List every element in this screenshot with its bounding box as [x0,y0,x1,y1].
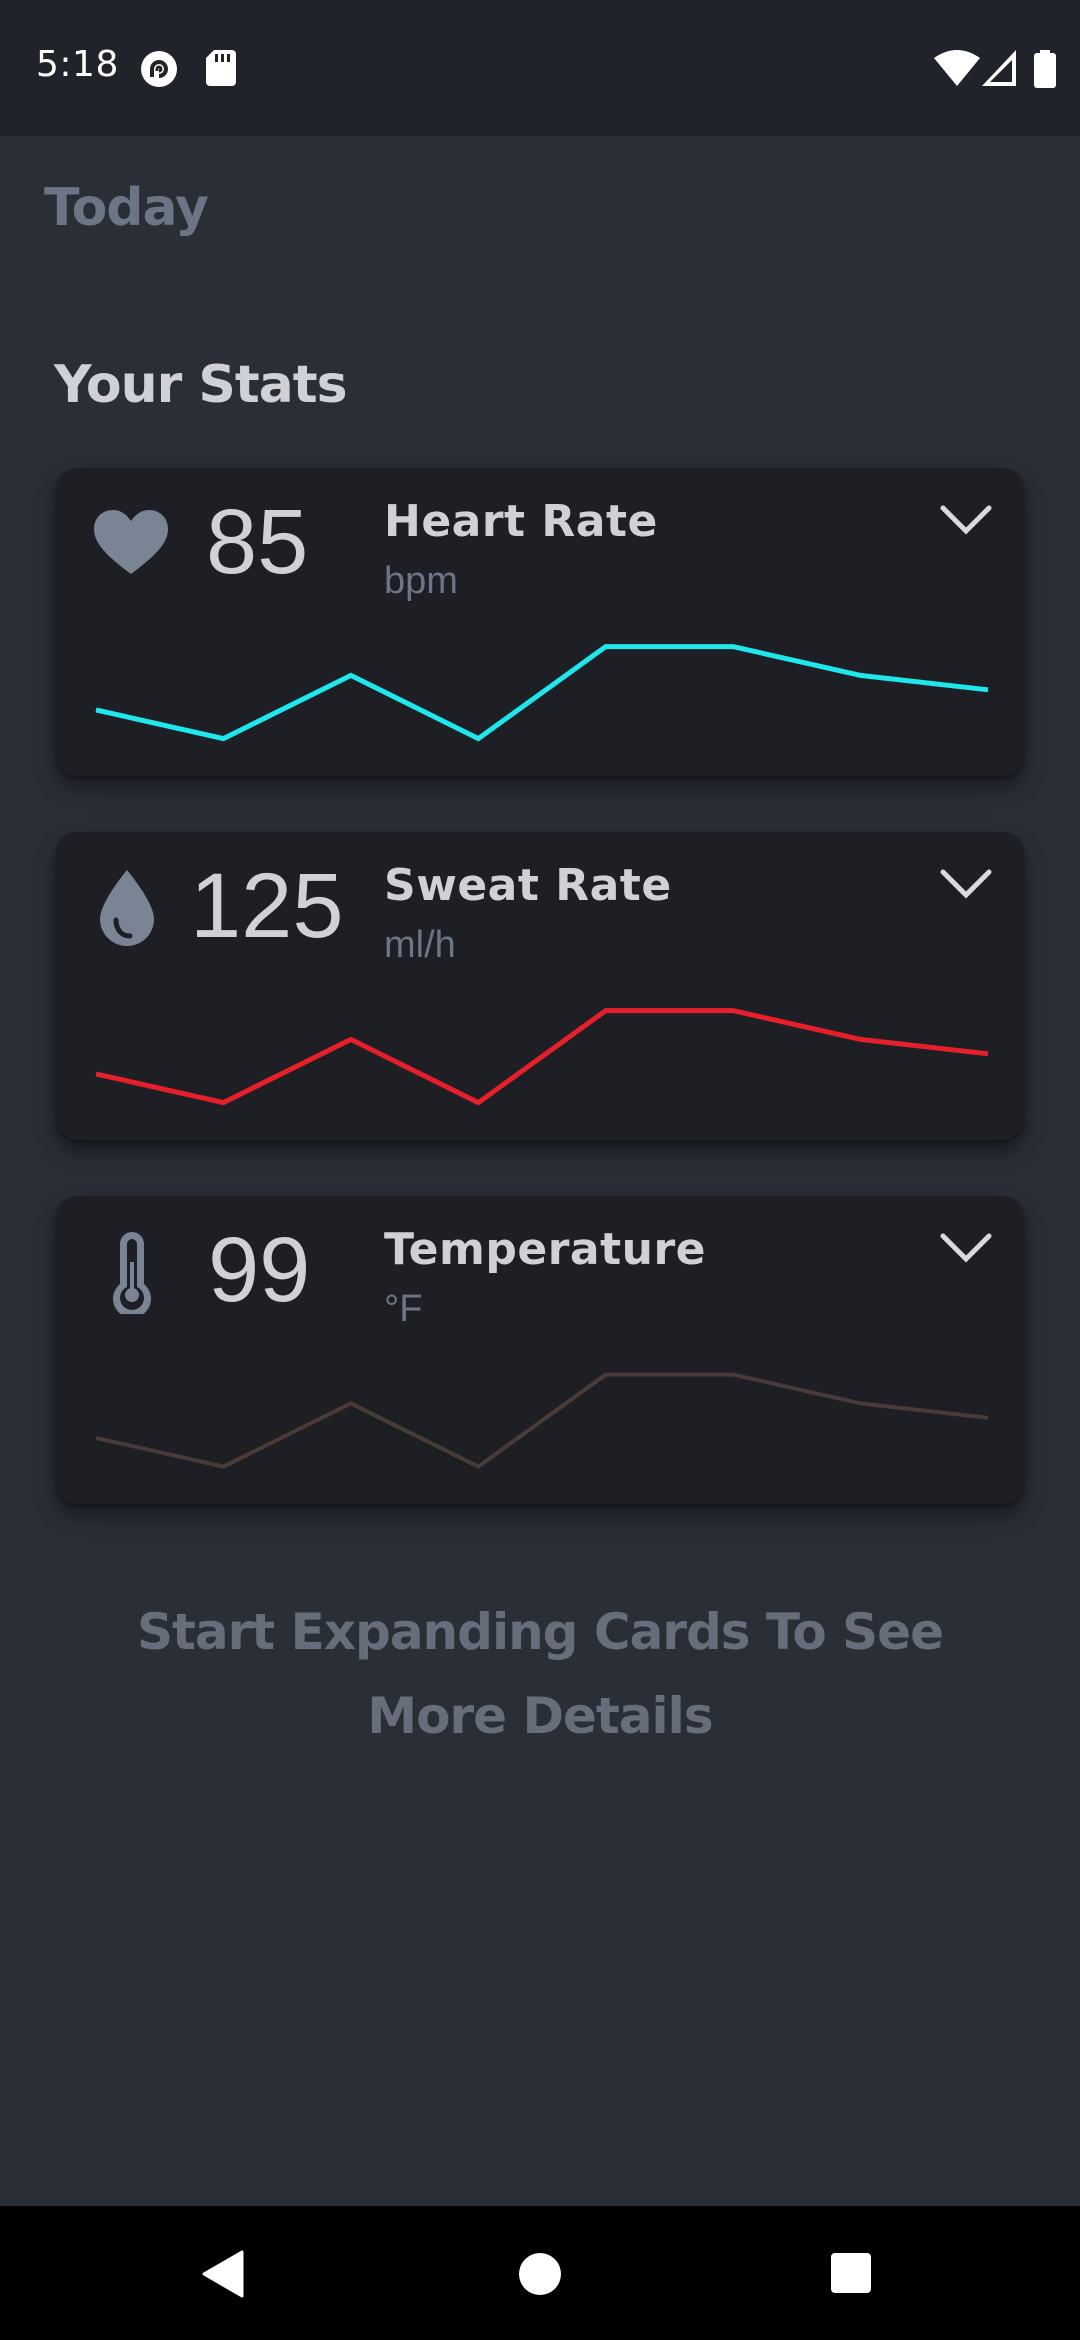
home-icon[interactable] [518,2252,562,2296]
chevron-down-icon[interactable] [940,1232,992,1264]
navigation-bar [0,2206,1080,2340]
back-icon[interactable] [202,2250,246,2298]
heart-rate-trend-line [95,644,989,742]
status-bar: 5:18 [0,0,1080,136]
chevron-down-icon[interactable] [940,504,992,536]
sweat-rate-unit: ml/h [384,924,456,966]
temperature-trend-line [95,1372,989,1469]
sweat-rate-value: 125 [190,855,344,957]
heart-rate-trend-chart [95,644,989,742]
sweat-rate-trend-line [95,1008,989,1106]
stat-card-sweat-rate[interactable]: 125 Sweat Rate ml/h [56,832,1024,1140]
expand-hint: Start Expanding Cards To See More Detail… [137,1603,944,1745]
temperature-unit: °F [384,1288,423,1330]
recents-icon[interactable] [830,2252,872,2294]
heart-icon [94,510,168,574]
heart-rate-unit: bpm [384,560,458,602]
section-title: Your Stats [54,355,348,415]
cell-signal-icon [982,50,1016,86]
thermometer-icon [113,1232,151,1314]
temperature-trend-chart [95,1372,989,1469]
chevron-down-icon[interactable] [940,868,992,900]
status-time: 5:18 [36,44,119,85]
temperature-value: 99 [208,1219,311,1321]
battery-icon [1034,50,1056,88]
page-title: Today [44,178,209,238]
sweat-rate-trend-chart [95,1008,989,1106]
temperature-label: Temperature [384,1224,706,1275]
stat-card-heart-rate[interactable]: 85 Heart Rate bpm [56,468,1024,776]
sweat-rate-label: Sweat Rate [384,860,672,911]
heart-rate-value: 85 [206,491,309,593]
wifi-icon [934,50,980,86]
heart-rate-label: Heart Rate [384,496,658,547]
pocket-casts-icon [141,51,177,87]
water-drop-icon [100,870,154,946]
stat-card-temperature[interactable]: 99 Temperature °F [56,1196,1024,1504]
sd-card-icon [206,50,236,86]
